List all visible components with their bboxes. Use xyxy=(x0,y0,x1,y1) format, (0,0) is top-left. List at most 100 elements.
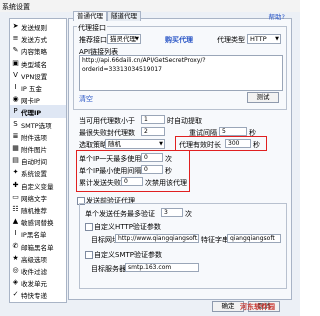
sidebar-item-label: 邮箱黑名单 xyxy=(21,243,54,252)
proxy-type-select[interactable]: HTTP ▼ xyxy=(247,34,281,44)
attach-icon: ≣ xyxy=(12,131,19,140)
sidebar-item[interactable]: ✆ 邮箱黑名单 xyxy=(10,240,66,253)
sidebar-item-label: 高级选项 xyxy=(21,255,47,264)
proxy-type-value: HTTP xyxy=(250,35,267,43)
sidebar-item[interactable]: ✚ 自定义变量 xyxy=(10,179,66,192)
settings-window: 系统设置 ➤ 发送规则 ≡ 发送方式 ✎ 内容策略 ▣ 类型域名 V VPN设置 I IP 五金 ◉ 网卡… xyxy=(0,0,300,316)
image-icon: ▦ xyxy=(12,144,19,152)
sidebar-item-label: 类型域名 xyxy=(21,60,47,69)
sidebar-item[interactable]: ◈ 收发单元 xyxy=(10,276,66,289)
chevron-down-icon: ▼ xyxy=(275,36,279,42)
valid-duration-input[interactable]: 300 xyxy=(225,139,251,148)
tab-normal-proxy[interactable]: 普通代理 xyxy=(73,11,107,21)
retry-input[interactable]: 5 xyxy=(219,127,247,136)
http-verify-checkbox[interactable] xyxy=(85,223,93,231)
phone-icon: ✆ xyxy=(12,241,19,250)
sidebar-item[interactable]: ✦ 系统设置 xyxy=(10,166,66,179)
target-url-input[interactable]: http://www.qiangqiangsoft.cn xyxy=(115,234,199,243)
sidebar-item[interactable]: ✎ 内容策略 xyxy=(10,44,66,57)
sidebar-item[interactable]: ▤ 自动时间 xyxy=(10,154,66,167)
day-limit-label: 单个IP一天最多使用 xyxy=(79,155,142,163)
fetch-input[interactable]: 1 xyxy=(141,115,165,124)
test-button[interactable]: 测试 xyxy=(247,92,279,103)
smtp-icon: S xyxy=(13,119,18,128)
proxy-icon: P xyxy=(13,107,18,116)
sidebar-item-label: 收件过滤 xyxy=(21,268,47,276)
sidebar-item[interactable]: I IP 五金 xyxy=(10,81,66,94)
feature-input[interactable]: qiangqiangsoft xyxy=(227,234,281,243)
watermark-logo: 河东软件园 xyxy=(240,303,275,311)
main-panel: 普通代理 隧道代理 帮助? 代理接口 推荐接口 猫灵代理 ▼ 购买代理 代理类型… xyxy=(68,11,292,300)
sidebar-item-label: 发送方式 xyxy=(21,36,47,45)
sidebar-item[interactable]: V VPN设置 xyxy=(10,69,66,82)
sidebar-item-label: 自定义变量 xyxy=(21,182,54,191)
sidebar-item[interactable]: ◉ 网卡IP xyxy=(10,93,66,106)
title-bar: 系统设置 xyxy=(0,0,300,12)
sidebar-item[interactable]: ☷ 随机推荐 xyxy=(10,203,66,216)
vps-icon: V xyxy=(13,70,18,79)
smtp-target-label: 目标服务器 xyxy=(91,265,126,273)
sidebar-item-label: 附件选项 xyxy=(21,133,47,142)
sidebar-item[interactable]: P 代理IP xyxy=(10,105,66,119)
sidebar-item-label: 系统设置 xyxy=(21,170,47,179)
help-link[interactable]: 帮助? xyxy=(269,11,285,21)
hour-limit-input[interactable]: 0 xyxy=(141,165,163,174)
proxy-type-label: 代理类型 xyxy=(217,36,245,44)
smtp-target-input[interactable]: smtp.163.com xyxy=(125,263,199,272)
sidebar-item[interactable]: S SMTP选项 xyxy=(10,118,66,131)
custom-icon: ✚ xyxy=(12,180,19,189)
sidebar-item[interactable]: ▣ 类型域名 xyxy=(10,57,66,70)
sidebar-item-label: 收发单元 xyxy=(21,280,47,289)
list-icon: ≡ xyxy=(12,34,19,43)
sidebar-item[interactable]: I IP黑名单 xyxy=(10,227,66,240)
ipblack-icon: I xyxy=(14,229,17,238)
tab-tunnel-proxy[interactable]: 隧道代理 xyxy=(107,11,141,21)
window-title: 系统设置 xyxy=(2,3,30,11)
sidebar-item[interactable]: ▦ 附件图片 xyxy=(10,142,66,155)
box-icon: ▣ xyxy=(12,58,19,67)
sidebar-item[interactable]: ≡ 发送方式 xyxy=(10,32,66,45)
sidebar-item[interactable]: ★ 高级选项 xyxy=(10,252,66,265)
smtp-verify-checkbox[interactable] xyxy=(85,251,93,259)
sidebar-item-label: 网卡IP xyxy=(21,97,40,106)
api-url-text: http://api.66daili.cn/API/GetSecretProxy… xyxy=(82,57,206,73)
sidebar-item-label: 自动时间 xyxy=(21,158,47,167)
http-verify-label: 自定义HTTP验证参数 xyxy=(94,223,161,231)
globe-icon: ◉ xyxy=(12,95,19,104)
proxy-group-label: 代理接口 xyxy=(77,23,107,33)
chevron-down-icon: ▼ xyxy=(135,36,139,42)
sidebar-item-label: 网络文字 xyxy=(21,194,47,203)
max-use-input[interactable]: 2 xyxy=(141,127,165,136)
settings-icon: ✦ xyxy=(12,168,19,177)
recommended-label: 推荐接口 xyxy=(79,36,107,44)
recommended-select[interactable]: 猫灵代理 ▼ xyxy=(107,34,141,44)
sidebar-item[interactable]: ✓ 特快专递 xyxy=(10,288,66,301)
api-url-textarea[interactable]: http://api.66daili.cn/API/GetSecretProxy… xyxy=(79,55,283,91)
sidebar-item[interactable]: ➤ 发送规则 xyxy=(10,20,66,33)
fail-limit-input[interactable]: 0 xyxy=(121,177,143,186)
strategy-value: 随机 xyxy=(108,140,121,148)
single-verify-input[interactable]: 3 xyxy=(161,208,183,217)
hour-limit-label: 单个IP最小使用间隔 xyxy=(79,167,142,175)
sidebar-item-label: 附件图片 xyxy=(21,146,47,154)
max-use-label: 最很失败封代理数 xyxy=(79,129,135,137)
sidebar-item-label: IP黑名单 xyxy=(21,231,47,240)
fail-limit-unit: 次禁用该代理 xyxy=(145,179,187,187)
sidebar-item[interactable]: ≣ 附件选项 xyxy=(10,130,66,143)
clear-link[interactable]: 清空 xyxy=(79,94,93,104)
recommended-value: 猫灵代理 xyxy=(110,35,136,43)
strategy-select[interactable]: 随机 ▼ xyxy=(105,139,165,149)
sidebar-item[interactable]: ▭ 网络文字 xyxy=(10,191,66,204)
sidebar-item[interactable]: ◎ 收件过滤 xyxy=(10,264,66,277)
sidebar-item[interactable]: ▲ 敏感词替换 xyxy=(10,215,66,228)
feature-label: 特征字串 xyxy=(201,236,229,244)
smtp-verify-label: 自定义SMTP验证参数 xyxy=(94,251,162,259)
sidebar-item-label: 随机推荐 xyxy=(21,207,47,215)
valid-duration-label: 代理有效时长 xyxy=(179,141,221,149)
sensitive-icon: ▲ xyxy=(12,217,19,226)
buy-proxy-link[interactable]: 购买代理 xyxy=(165,35,193,45)
chevron-down-icon: ▼ xyxy=(159,141,163,147)
strategy-label: 选取策略 xyxy=(79,141,107,149)
day-limit-input[interactable]: 0 xyxy=(141,153,163,162)
sidebar-item-label: IP 五金 xyxy=(21,85,42,93)
